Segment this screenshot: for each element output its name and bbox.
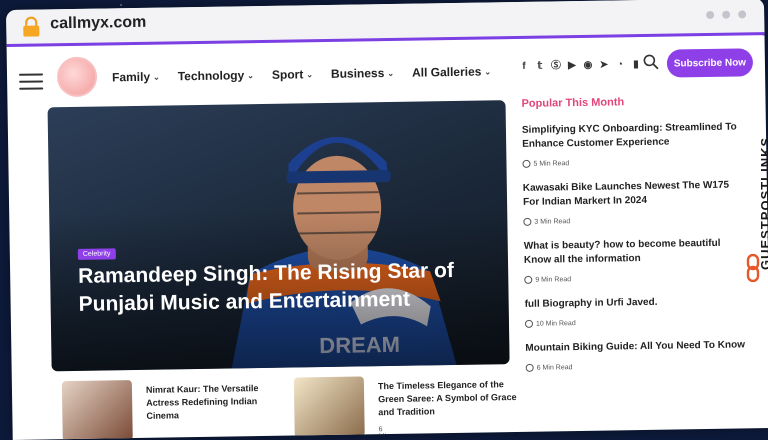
category-badge[interactable]: Celebrity (77, 248, 116, 260)
skype-icon[interactable]: Ⓢ (551, 60, 561, 71)
list-item-title[interactable]: full Biography in Urfi Javed. (525, 294, 745, 311)
window-dot-icon[interactable] (706, 10, 715, 20)
menu-item-business[interactable]: Business ⌄ (331, 66, 394, 81)
window-dot-icon[interactable] (722, 10, 731, 19)
guestpostlinks-watermark: GUESTPOSTLINKS (738, 60, 768, 282)
watermark-text: GUESTPOSTLINKS (758, 136, 768, 270)
sidebar-heading: Popular This Month (521, 96, 625, 110)
menu-item-label: Business (330, 66, 385, 81)
twitter-icon[interactable]: 𝕥 (535, 61, 545, 72)
article-thumbnail (293, 376, 365, 438)
list-item[interactable]: full Biography in Urfi Javed. 10 Min Rea… (524, 294, 745, 328)
list-item-title[interactable]: Kawasaki Bike Launches Newest The W175 F… (523, 178, 743, 209)
rss-icon[interactable]: ◔ (615, 59, 625, 70)
facebook-icon[interactable]: f (519, 61, 529, 72)
youtube-icon[interactable]: ▶ (567, 60, 577, 71)
menu-item-label: Technology (177, 68, 245, 84)
chevron-down-icon: ⌄ (306, 69, 314, 79)
list-item[interactable]: Mountain Biking Guide: All You Need To K… (525, 338, 746, 372)
list-item[interactable]: Kawasaki Bike Launches Newest The W175 F… (523, 178, 744, 226)
menu-item-technology[interactable]: Technology ⌄ (178, 68, 254, 83)
bookmark-icon[interactable]: ▮ (631, 59, 641, 70)
clock-icon (525, 363, 534, 372)
star-decoration (120, 4, 122, 6)
chevron-down-icon: ⌄ (484, 66, 492, 76)
menu-item-label: Family (111, 69, 151, 85)
hero-article[interactable]: DREAM Celebrity Ramandeep Singh: The Ris… (47, 100, 510, 372)
clock-icon (523, 217, 532, 226)
popular-sidebar: Popular This Month Simplifying KYC Onboa… (521, 94, 746, 372)
lock-icon (23, 16, 40, 37)
menu-item-all-galleries[interactable]: All Galleries ⌄ (411, 64, 492, 80)
window-controls (706, 10, 747, 20)
window-dot-icon[interactable] (738, 10, 747, 19)
hamburger-menu-icon[interactable] (19, 73, 44, 94)
menu-item-label: All Galleries (411, 64, 482, 80)
read-time: 6 Min Read (525, 360, 746, 372)
browser-window: callmyx.com Family ⌄ Technology ⌄ Sport … (6, 0, 768, 440)
list-item[interactable]: What is beauty? how to become beautiful … (524, 236, 745, 284)
list-item-title[interactable]: What is beauty? how to become beautiful … (524, 236, 744, 267)
chevron-down-icon: ⌄ (153, 72, 160, 82)
read-time: 3 Min Read (523, 214, 743, 226)
main-menu: Family ⌄ Technology ⌄ Sport ⌄ Business ⌄… (112, 64, 492, 85)
article-title[interactable]: The Timeless Elegance of the Green Saree… (378, 378, 519, 419)
list-item-title[interactable]: Mountain Biking Guide: All You Need To K… (525, 338, 745, 355)
hero-title[interactable]: Ramandeep Singh: The Rising Star of Punj… (78, 256, 489, 318)
url-text[interactable]: callmyx.com (50, 14, 146, 34)
site-logo[interactable] (56, 56, 98, 98)
list-item[interactable]: Simplifying KYC Onboarding: Streamlined … (522, 120, 743, 168)
article-thumbnail (61, 380, 133, 440)
search-icon[interactable] (643, 54, 659, 70)
read-time: 9 Min Read (524, 272, 744, 284)
list-item-title[interactable]: Simplifying KYC Onboarding: Streamlined … (522, 120, 742, 151)
read-time: 5 Min Read (522, 156, 742, 168)
menu-item-label: Sport (271, 67, 304, 82)
menu-item-sport[interactable]: Sport ⌄ (271, 67, 314, 82)
clock-icon (524, 319, 534, 328)
social-links: f 𝕥 Ⓢ ▶ ◉ ➤ ◔ ▮ (519, 59, 641, 72)
reddit-icon[interactable]: ◉ (583, 60, 593, 71)
menu-item-family[interactable]: Family ⌄ (112, 70, 160, 85)
read-time: 10 Min Read (524, 316, 745, 328)
hero-overlay (47, 100, 510, 372)
telegram-icon[interactable]: ➤ (599, 60, 609, 71)
read-time: 6 Min Read (378, 426, 396, 440)
clock-icon (524, 275, 533, 284)
chevron-down-icon: ⌄ (387, 68, 395, 78)
article-title[interactable]: Nimrat Kaur: The Versatile Actress Redef… (146, 382, 287, 423)
chevron-down-icon: ⌄ (247, 70, 254, 80)
clock-icon (522, 159, 531, 168)
